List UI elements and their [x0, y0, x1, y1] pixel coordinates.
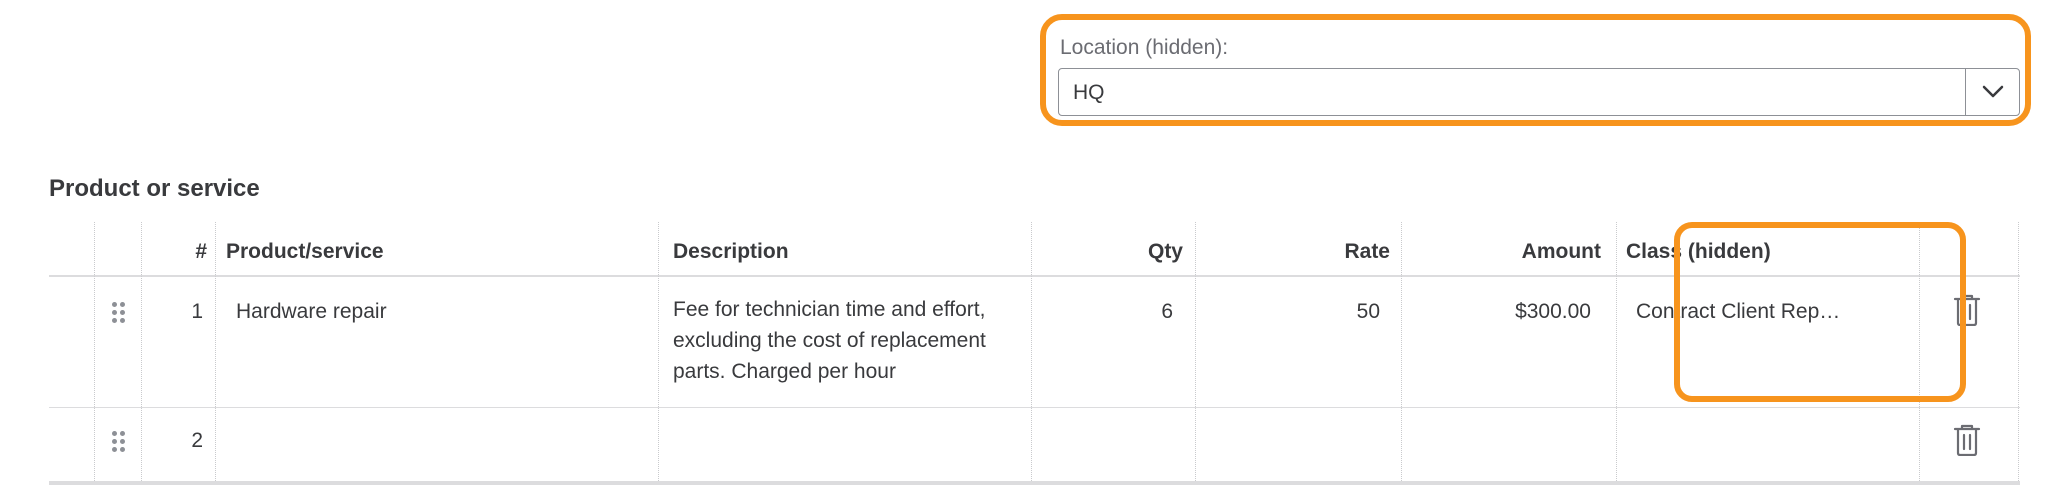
column-divider [658, 222, 659, 481]
column-divider [1401, 222, 1402, 481]
column-divider [94, 222, 95, 481]
drag-handle-icon[interactable] [112, 431, 126, 453]
column-divider [141, 222, 142, 481]
drag-handle-icon[interactable] [112, 302, 126, 324]
location-highlight: Location (hidden): HQ [1040, 14, 2031, 126]
chevron-down-icon[interactable] [1965, 69, 2019, 115]
class-column-highlight [1674, 222, 1966, 402]
location-label: Location (hidden): [1060, 36, 1229, 59]
column-divider [1195, 222, 1196, 481]
description-line: Fee for technician time and effort, [673, 298, 986, 321]
column-divider [215, 222, 216, 481]
location-value: HQ [1073, 81, 1105, 104]
qty-cell[interactable]: 6 [1039, 300, 1173, 324]
column-header-qty[interactable]: Qty [1039, 240, 1183, 264]
table-bottom-border [49, 481, 2020, 485]
trash-icon[interactable] [1953, 424, 1981, 457]
amount-cell: $300.00 [1515, 300, 1591, 323]
column-header-amount[interactable]: Amount [1409, 240, 1601, 264]
row-number: 2 [191, 429, 203, 452]
column-header-number: # [195, 240, 207, 263]
row-number: 1 [191, 300, 203, 323]
description-cell[interactable]: Fee for technician time and effort, excl… [673, 294, 986, 387]
column-divider [1031, 222, 1032, 481]
description-line: excluding the cost of replacement [673, 329, 986, 352]
row-divider [49, 407, 2020, 408]
location-select[interactable]: HQ [1058, 68, 2020, 116]
product-cell[interactable]: Hardware repair [236, 300, 387, 324]
section-title: Product or service [49, 175, 260, 202]
rate-cell[interactable]: 50 [1204, 300, 1380, 324]
column-divider [1616, 222, 1617, 481]
product-table: # Product/service Description Qty Rate A… [49, 222, 2020, 501]
description-line: parts. Charged per hour [673, 360, 896, 383]
column-header-product[interactable]: Product/service [226, 240, 384, 264]
column-header-rate[interactable]: Rate [1204, 240, 1390, 264]
column-divider [2018, 222, 2019, 481]
column-header-description[interactable]: Description [673, 240, 789, 264]
